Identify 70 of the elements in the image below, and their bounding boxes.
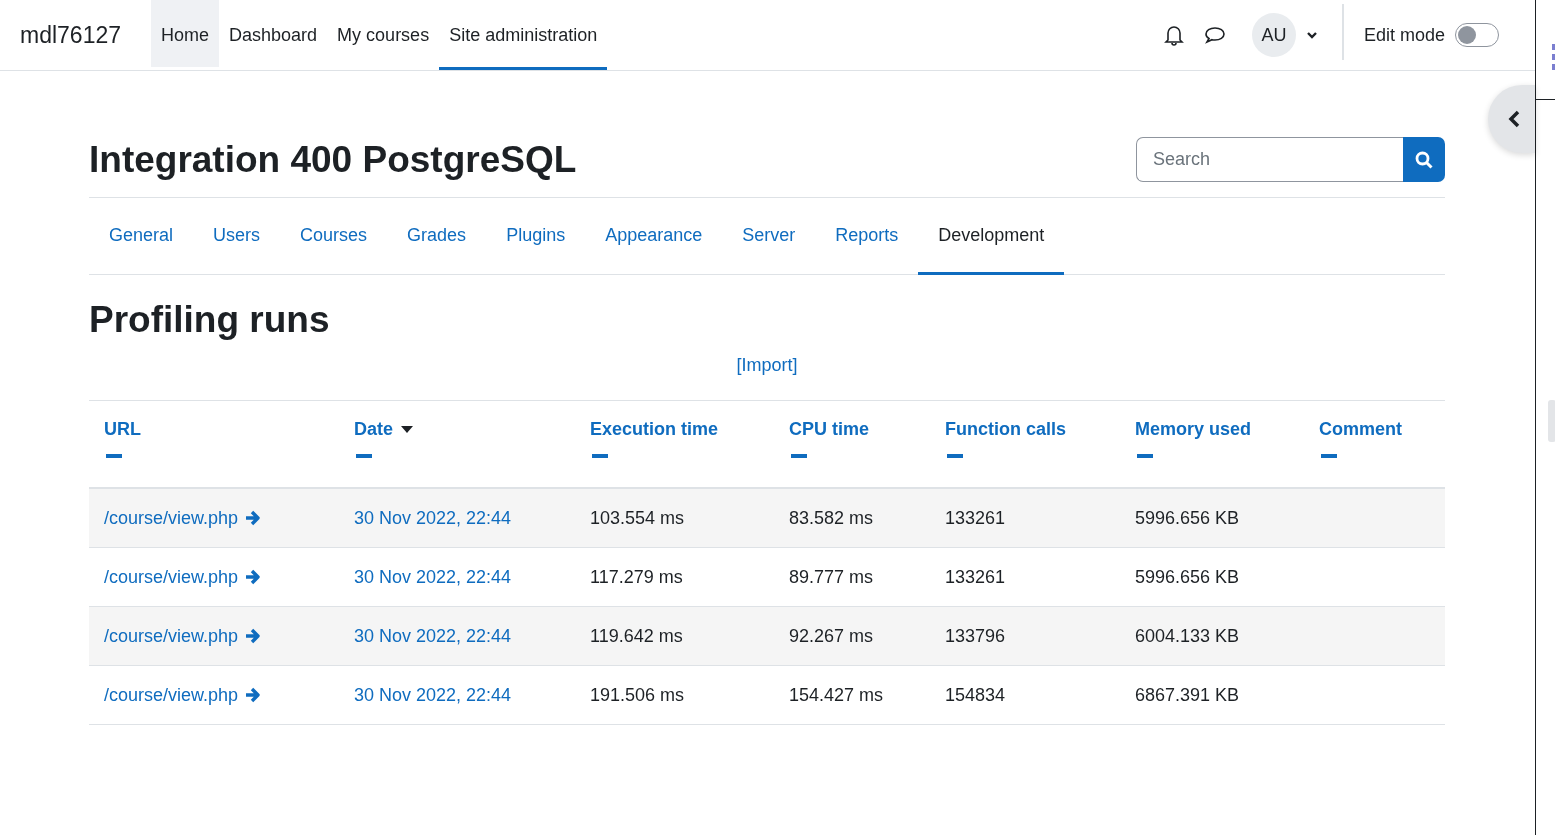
table-cell: 5996.656 KB [1135, 566, 1240, 588]
admin-tab[interactable]: Courses [280, 198, 388, 275]
table-cell: 133261 [945, 566, 1006, 588]
table-cell: 154834 [945, 684, 1006, 706]
table-cell: 92.267 ms [789, 625, 874, 647]
nav-link[interactable]: Home [151, 0, 220, 67]
arrow-right-icon [244, 627, 263, 645]
table-cell: 5996.656 KB [1135, 507, 1240, 529]
admin-tab[interactable]: General [89, 198, 194, 275]
admin-tab[interactable]: Appearance [585, 198, 723, 275]
page-path-link[interactable]: /course/view.php [104, 566, 239, 588]
run-timestamp-link[interactable]: 30 Nov 2022, 22:44 [354, 507, 512, 529]
minus-icon[interactable] [791, 454, 807, 458]
search-icon [1414, 149, 1434, 170]
chevron-left-icon [1506, 109, 1521, 129]
table-cell: 117.279 ms [590, 566, 683, 588]
admin-tab[interactable]: Development [918, 198, 1065, 275]
column-header-link[interactable]: CPU time [789, 419, 869, 440]
chat-bubble-icon[interactable] [1203, 25, 1226, 45]
admin-tab[interactable]: Users [193, 198, 281, 275]
minus-icon[interactable] [356, 454, 372, 458]
table-cell: 83.582 ms [789, 507, 874, 529]
minus-icon[interactable] [592, 454, 608, 458]
search-button[interactable] [1403, 137, 1445, 182]
column-header-link[interactable]: Memory used [1135, 419, 1252, 440]
admin-tab[interactable]: Grades [387, 198, 487, 275]
page-title: Integration 400 PostgreSQL [89, 138, 577, 181]
caret-icon[interactable] [1305, 31, 1318, 39]
sort-down-icon [401, 426, 413, 433]
section-heading: Profiling runs [89, 299, 331, 341]
table-cell: 133796 [945, 625, 1006, 647]
grid-icon [1552, 44, 1555, 70]
page-path-link[interactable]: /course/view.php [104, 684, 239, 706]
search-field[interactable]: Search [1136, 137, 1403, 182]
table-cell: 154.427 ms [789, 684, 884, 706]
site-name[interactable]: mdl76127 [20, 0, 122, 70]
minus-icon[interactable] [106, 454, 122, 458]
page-path-link[interactable]: /course/view.php [104, 507, 239, 529]
column-header-link[interactable]: URL [104, 419, 141, 440]
admin-tab[interactable]: Plugins [486, 198, 586, 275]
run-timestamp-link[interactable]: 30 Nov 2022, 22:44 [354, 625, 512, 647]
table-cell: 6004.133 KB [1135, 625, 1240, 647]
arrow-right-icon [244, 509, 263, 527]
admin-tab[interactable]: Reports [815, 198, 919, 275]
arrow-right-icon [244, 568, 263, 586]
column-header-link[interactable]: Execution time [590, 419, 719, 440]
edit-mode-label: Edit mode [1363, 23, 1445, 47]
scrollbar-thumb[interactable] [1548, 400, 1555, 442]
page-path-link[interactable]: /course/view.php [104, 625, 239, 647]
drawer-toggle-button[interactable] [1488, 85, 1535, 153]
column-header-link[interactable]: Function calls [945, 419, 1067, 440]
table-cell: 191.506 ms [590, 684, 685, 706]
edit-mode-switch[interactable] [1455, 23, 1499, 47]
column-header-link[interactable]: Date [354, 419, 393, 440]
table-cell: 133261 [945, 507, 1006, 529]
table-cell: 103.554 ms [590, 507, 685, 529]
bell-icon[interactable] [1163, 24, 1184, 46]
table-cell: 6867.391 KB [1135, 684, 1240, 706]
table-cell: 89.777 ms [789, 566, 874, 588]
table-cell: 119.642 ms [590, 625, 683, 647]
user-avatar[interactable]: AU [1251, 13, 1296, 57]
minus-icon[interactable] [947, 454, 963, 458]
import-link[interactable]: [Import] [736, 355, 798, 376]
run-timestamp-link[interactable]: 30 Nov 2022, 22:44 [354, 566, 512, 588]
minus-icon[interactable] [1137, 454, 1153, 458]
column-header-link[interactable]: Comment [1319, 419, 1402, 440]
minus-icon[interactable] [1321, 454, 1337, 458]
arrow-right-icon [244, 686, 263, 704]
run-timestamp-link[interactable]: 30 Nov 2022, 22:44 [354, 684, 512, 706]
admin-tab[interactable]: Server [722, 198, 816, 275]
